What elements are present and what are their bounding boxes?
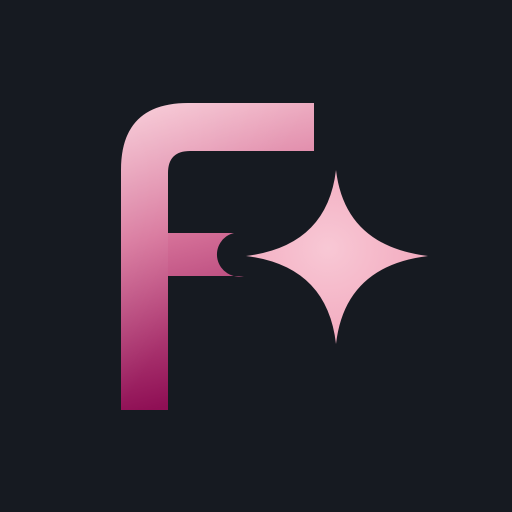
logo-mark xyxy=(121,103,428,410)
app-icon-canvas xyxy=(0,0,512,512)
four-point-sparkle-icon xyxy=(246,170,428,344)
